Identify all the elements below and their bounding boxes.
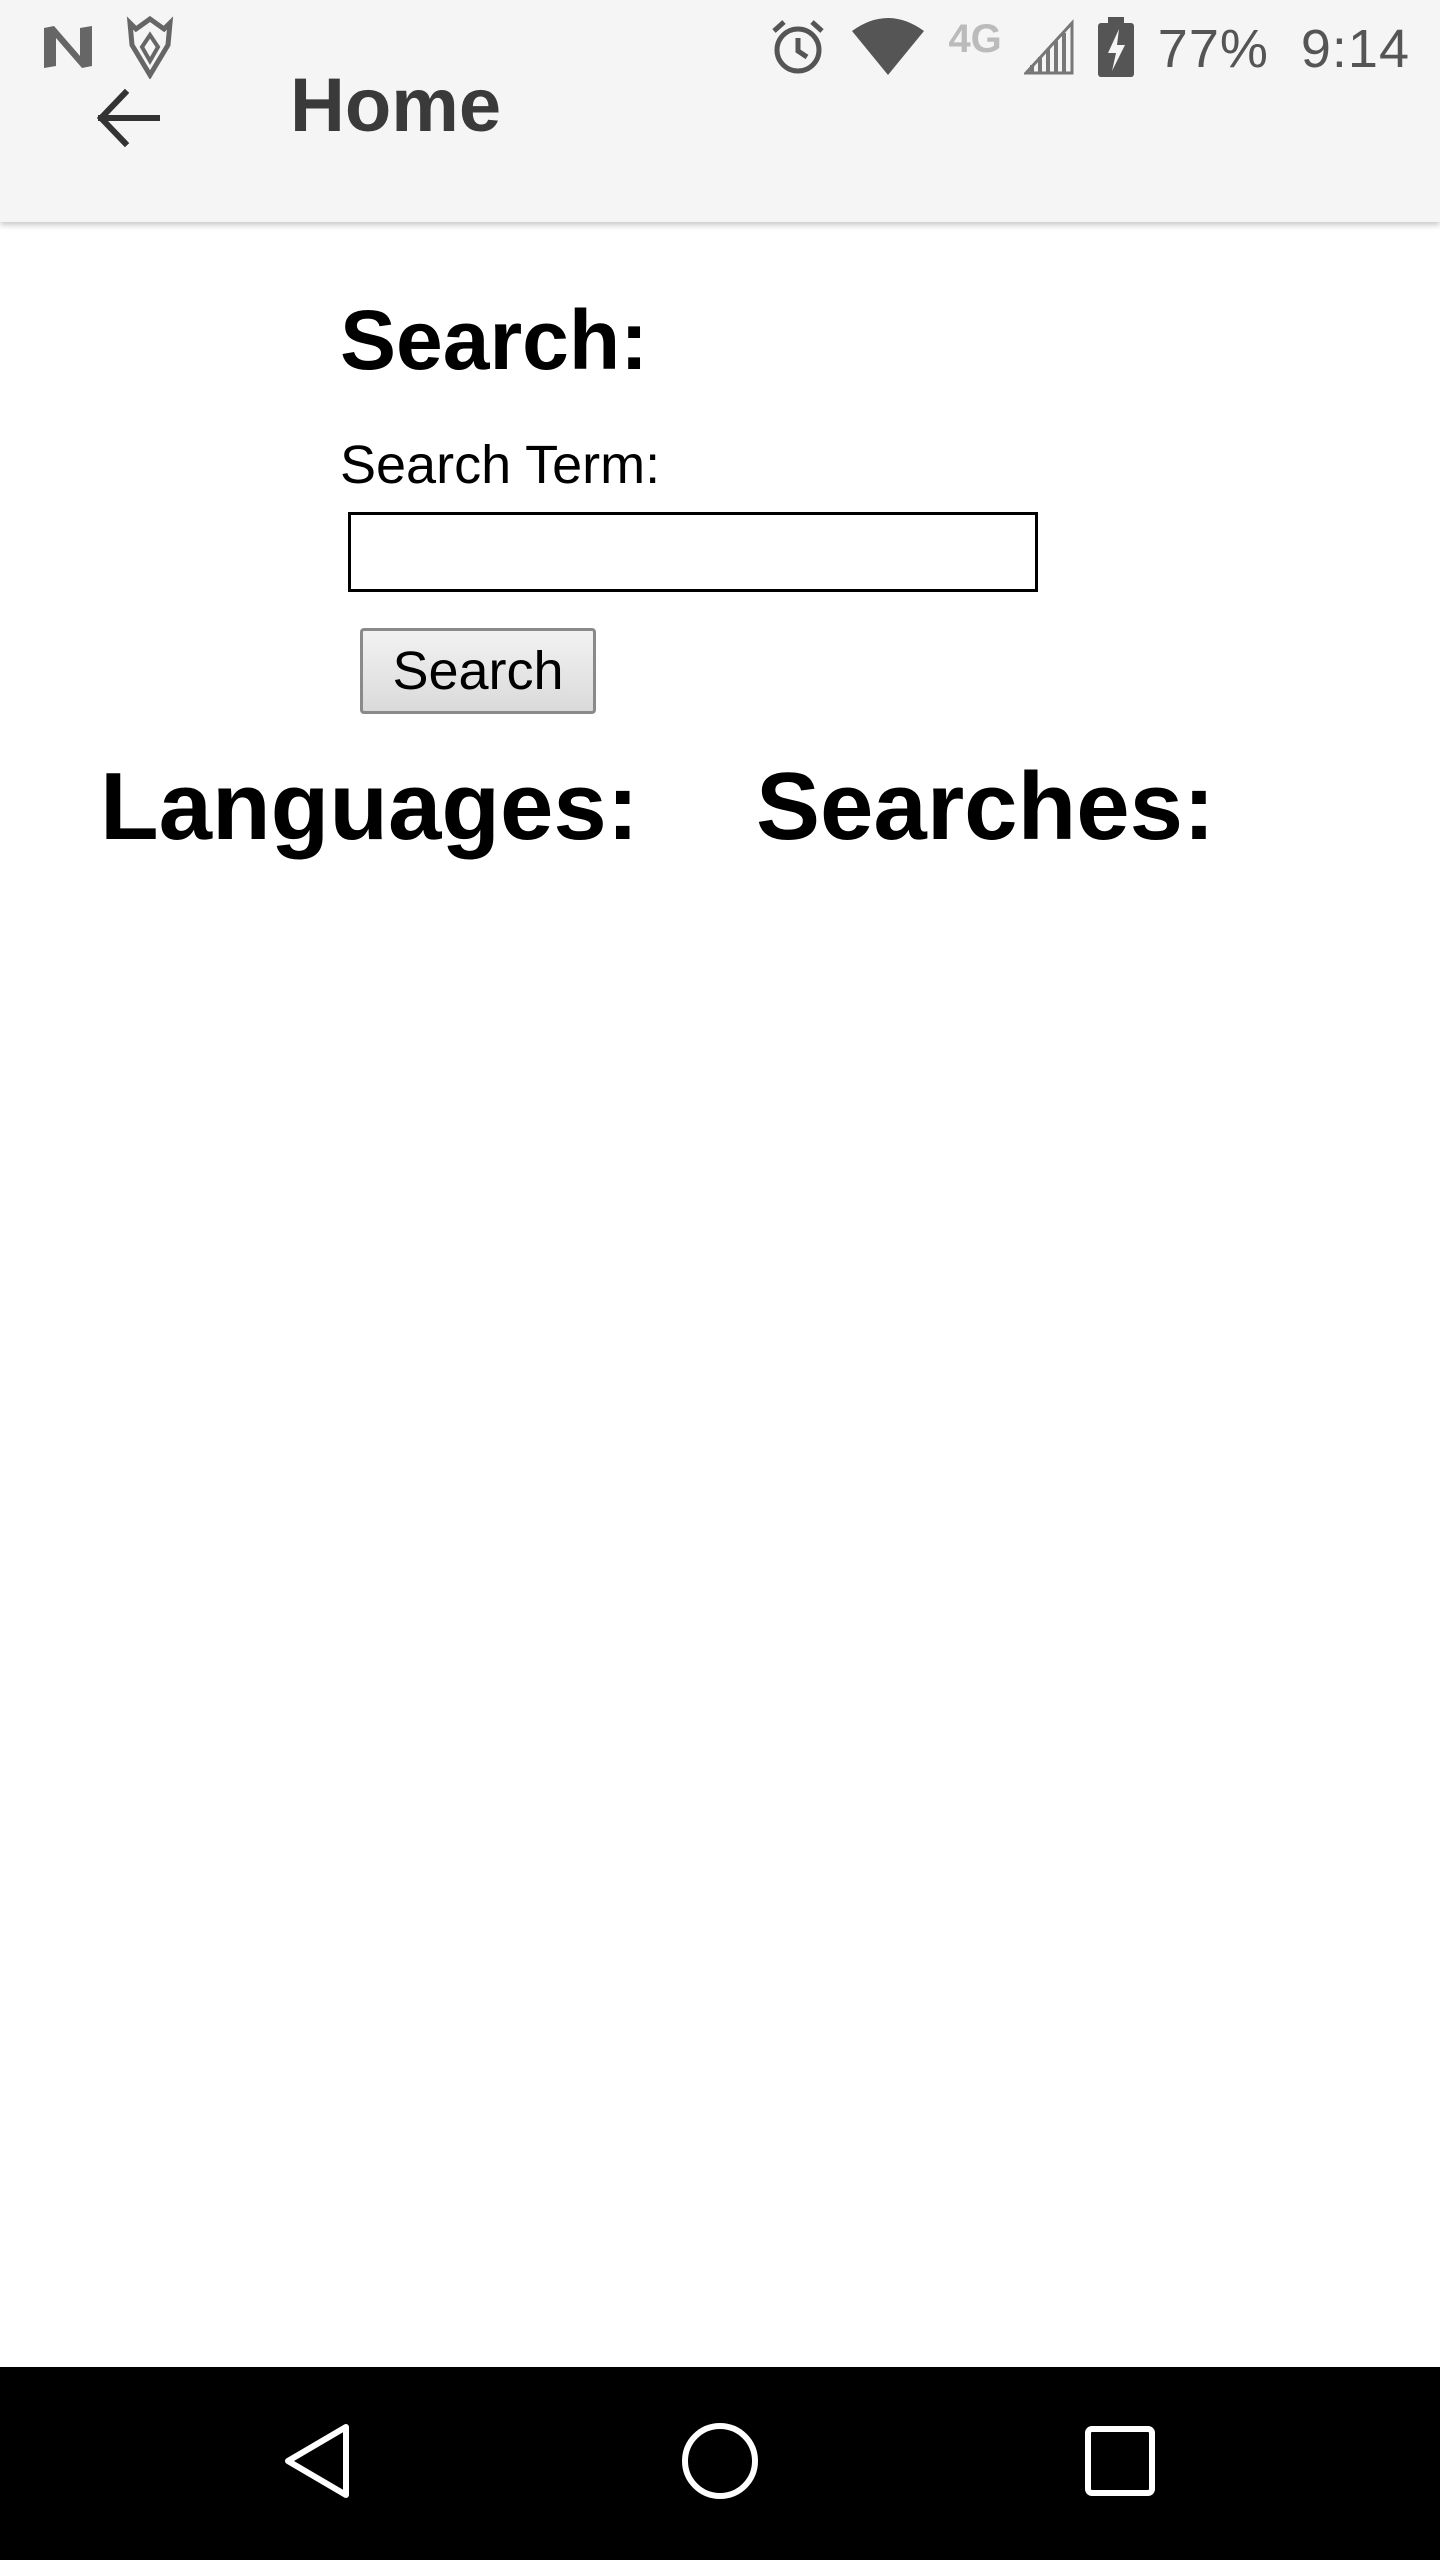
nav-home-button[interactable] [660, 2403, 780, 2523]
status-bar-right: 4G 77% 9:14 [768, 14, 1410, 84]
wifi-icon [850, 17, 926, 82]
signal-icon [1022, 18, 1074, 80]
back-triangle-icon [280, 2421, 360, 2506]
search-term-label: Search Term: [340, 435, 661, 495]
system-nav-bar [0, 2367, 1440, 2560]
app-bar: 4G 77% 9:14 Home [0, 0, 1440, 222]
searches-heading: Searches: [756, 753, 1215, 860]
4g-lte-icon: 4G [948, 17, 1002, 61]
recents-square-icon [1082, 2423, 1158, 2504]
battery-percent: 77% [1157, 19, 1269, 79]
clock-time: 9:14 [1300, 19, 1410, 79]
alarm-icon [768, 17, 828, 82]
home-circle-icon [678, 2419, 762, 2508]
languages-heading: Languages: [100, 753, 639, 860]
app-bar-title: Home [290, 63, 502, 148]
back-button[interactable] [78, 70, 178, 170]
nav-back-button[interactable] [260, 2403, 380, 2523]
n-icon [40, 22, 96, 77]
battery-charging-icon [1096, 15, 1136, 84]
arrow-left-icon [93, 83, 163, 158]
search-button[interactable]: Search [360, 628, 596, 714]
search-term-input[interactable] [348, 512, 1038, 592]
web-content: Search: Search Term: Search Languages: S… [0, 222, 1440, 2367]
search-heading: Search: [340, 293, 649, 387]
nav-recents-button[interactable] [1060, 2403, 1180, 2523]
